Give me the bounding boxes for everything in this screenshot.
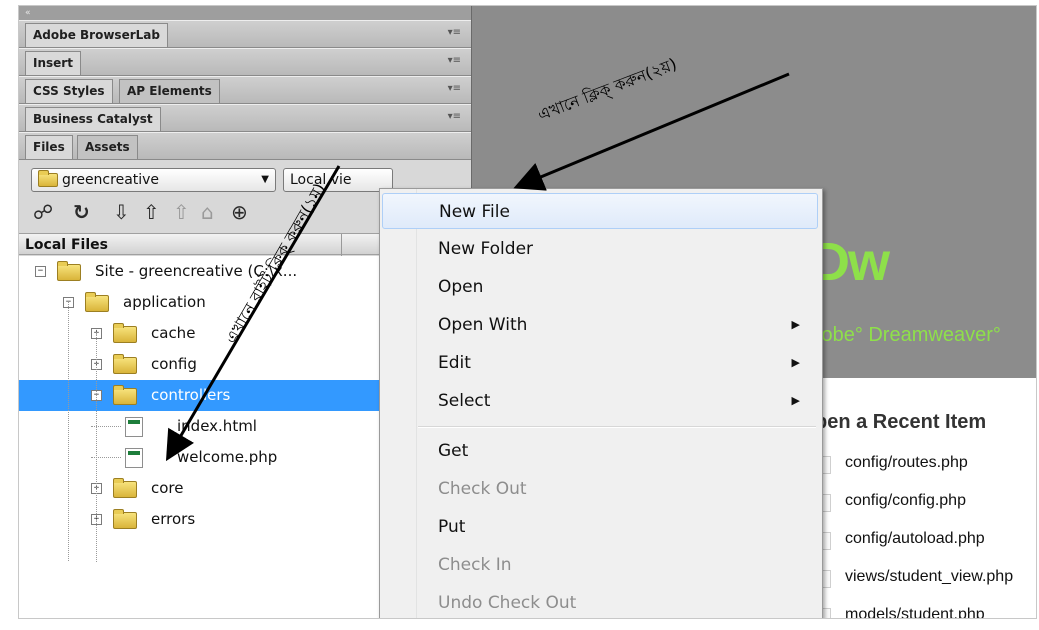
screenshot-frame: Dw lobe° Dreamweaver° pen a Recent Item … bbox=[18, 5, 1037, 619]
annotation-arrows bbox=[165, 72, 790, 462]
arrow-to-new-file bbox=[513, 72, 790, 191]
